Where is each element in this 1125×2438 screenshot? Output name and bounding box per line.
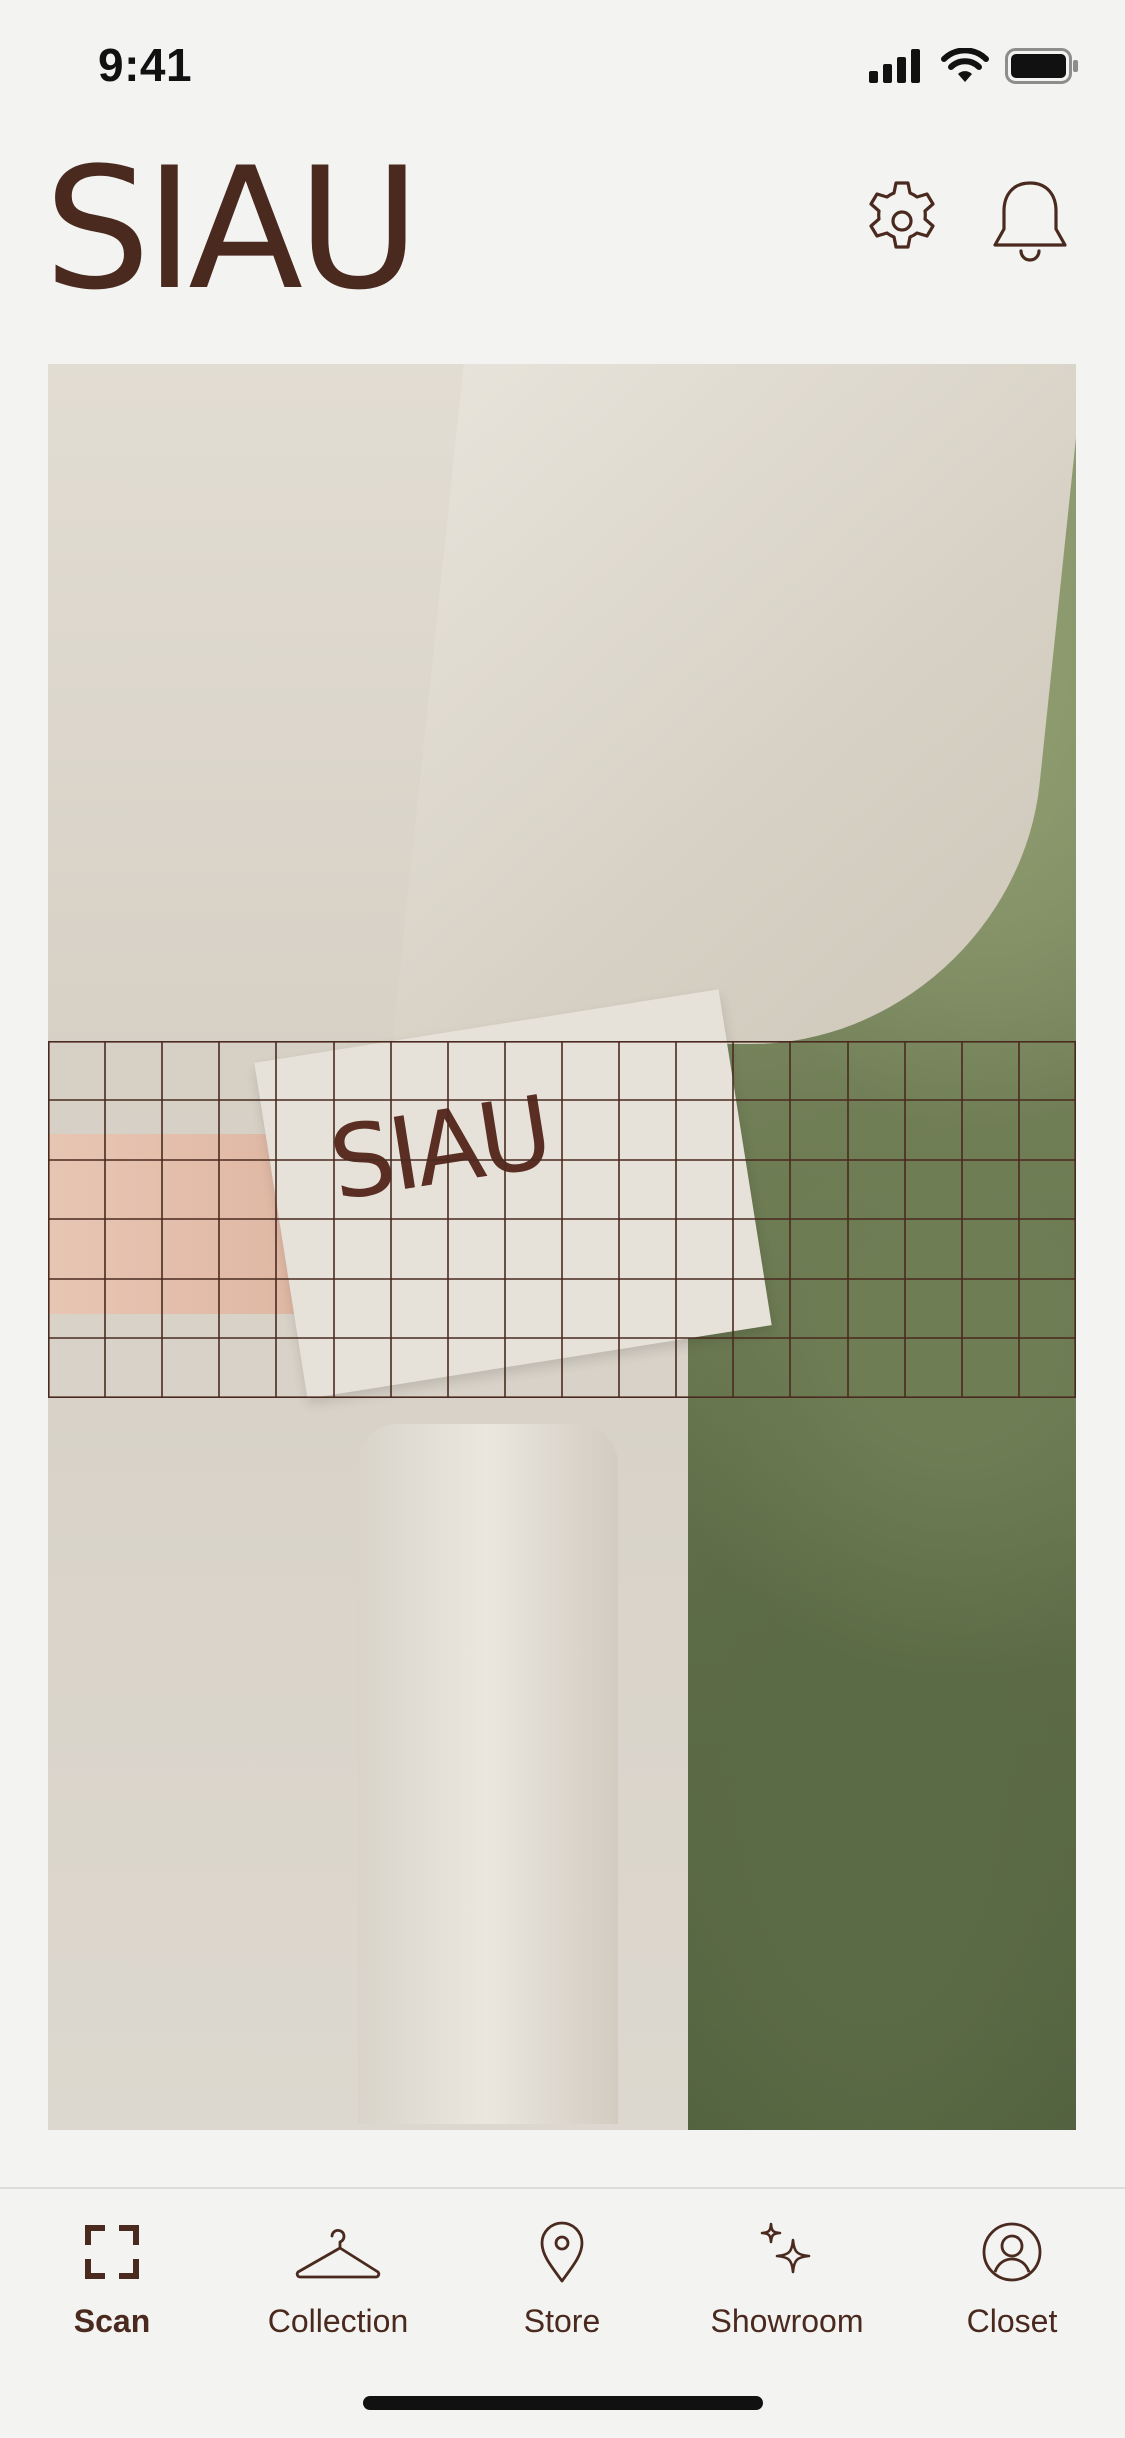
status-time: 9:41 [98, 39, 193, 91]
tab-label: Store [523, 2303, 601, 2339]
battery-icon [1005, 48, 1078, 84]
scan-frame-icon [85, 2225, 139, 2279]
tab-label: Closet [966, 2303, 1058, 2339]
status-bar: 9:41 [0, 0, 1125, 135]
tab-scan[interactable]: Scan [17, 2209, 207, 2340]
map-pin-icon [540, 2221, 584, 2283]
scan-grid-overlay [48, 1041, 1076, 1398]
tab-showroom[interactable]: Showroom [692, 2209, 882, 2340]
tab-label: Scan [73, 2303, 151, 2339]
status-icons [869, 48, 1079, 84]
brand-logo: SIAU [44, 131, 420, 327]
user-circle-icon [982, 2222, 1042, 2282]
waist-tie [358, 1424, 618, 2124]
tab-label: Collection [267, 2303, 409, 2339]
settings-button[interactable] [854, 173, 950, 269]
tab-collection[interactable]: Collection [243, 2209, 433, 2340]
app-header: SIAU [0, 135, 1125, 355]
scan-camera-view[interactable]: SIAU [48, 364, 1076, 2130]
cellular-signal-icon [869, 49, 920, 83]
notifications-button[interactable] [982, 173, 1078, 269]
tab-label: Showroom [710, 2303, 864, 2339]
hanger-icon [295, 2229, 381, 2279]
bell-icon [993, 181, 1067, 262]
tab-closet[interactable]: Closet [917, 2209, 1107, 2340]
wifi-icon [941, 48, 989, 82]
home-indicator [363, 2396, 763, 2410]
sparkles-icon [760, 2222, 811, 2274]
gear-icon [869, 181, 935, 249]
tab-store[interactable]: Store [467, 2209, 657, 2340]
